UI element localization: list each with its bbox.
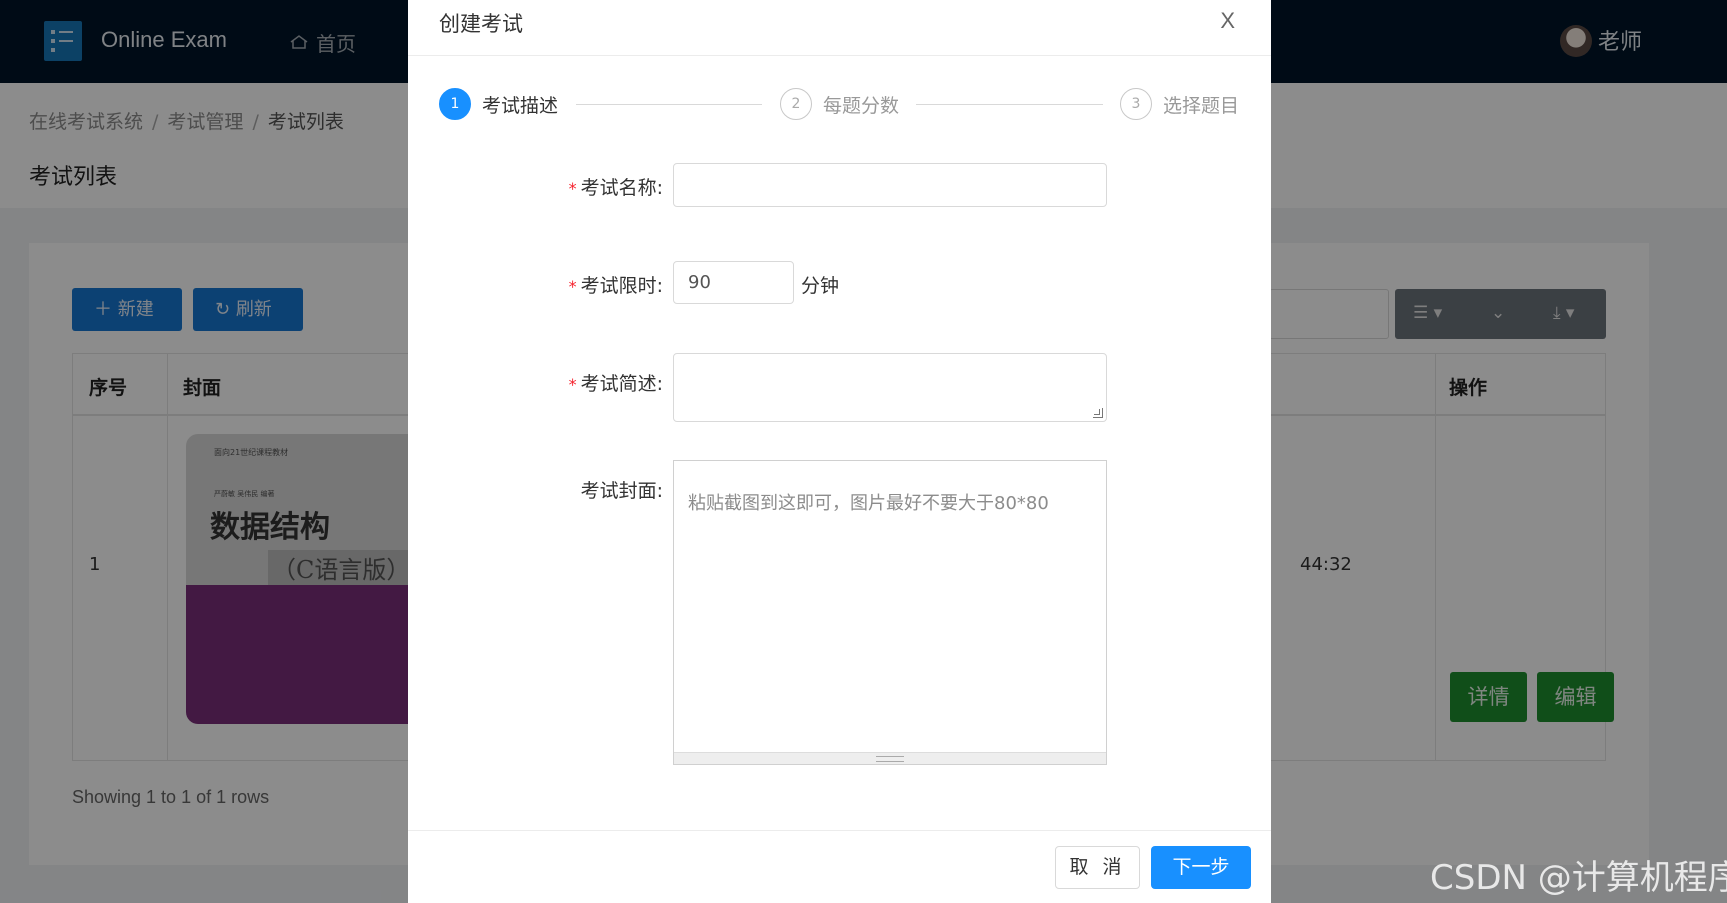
required-mark: *	[568, 277, 577, 296]
step-1: 1 考试描述	[439, 88, 558, 120]
required-mark: *	[568, 179, 577, 198]
step-3: 3 选择题目	[1120, 88, 1239, 120]
exam-name-input[interactable]	[673, 163, 1107, 207]
step-3-label: 选择题目	[1163, 94, 1240, 117]
modal-footer: 取 消 下一步	[408, 830, 1271, 903]
step-1-label: 考试描述	[482, 94, 559, 117]
modal-header: 创建考试 X	[408, 0, 1271, 56]
cover-paste-area[interactable]: 粘贴截图到这即可，图片最好不要大于80*80	[673, 460, 1107, 765]
resize-handle-icon[interactable]	[1093, 408, 1103, 418]
modal-title: 创建考试	[439, 12, 523, 36]
step-1-number: 1	[439, 88, 471, 120]
time-limit-input[interactable]	[673, 261, 794, 304]
close-icon[interactable]: X	[1220, 8, 1235, 34]
cancel-button[interactable]: 取 消	[1055, 846, 1140, 889]
exam-name-label-text: 考试名称:	[580, 177, 663, 199]
exam-cover-label: 考试封面:	[580, 480, 663, 502]
watermark: CSDN @计算机程序	[1430, 858, 1727, 898]
time-unit: 分钟	[801, 275, 840, 297]
time-limit-label-text: 考试限时:	[580, 275, 663, 297]
exam-name-label: * 考试名称:	[563, 173, 663, 200]
exam-desc-label-text: 考试简述:	[580, 373, 663, 395]
create-exam-modal: 创建考试 X 1 考试描述 2 每题分数 3 选择题目 * 考试名称: * 考试限时…	[408, 0, 1271, 903]
required-mark: *	[568, 375, 577, 394]
exam-desc-label: * 考试简述:	[563, 369, 663, 396]
step-2-number: 2	[780, 88, 812, 120]
time-limit-label: * 考试限时:	[563, 271, 663, 298]
step-3-number: 3	[1120, 88, 1152, 120]
step-2: 2 每题分数	[780, 88, 899, 120]
next-step-button[interactable]: 下一步	[1151, 846, 1251, 889]
step-2-label: 每题分数	[823, 94, 900, 117]
step-connector	[576, 104, 762, 105]
resize-handle-icon[interactable]	[674, 752, 1106, 764]
cover-paste-placeholder: 粘贴截图到这即可，图片最好不要大于80*80	[688, 493, 1049, 514]
step-connector	[916, 104, 1103, 105]
exam-desc-textarea[interactable]	[673, 353, 1107, 422]
